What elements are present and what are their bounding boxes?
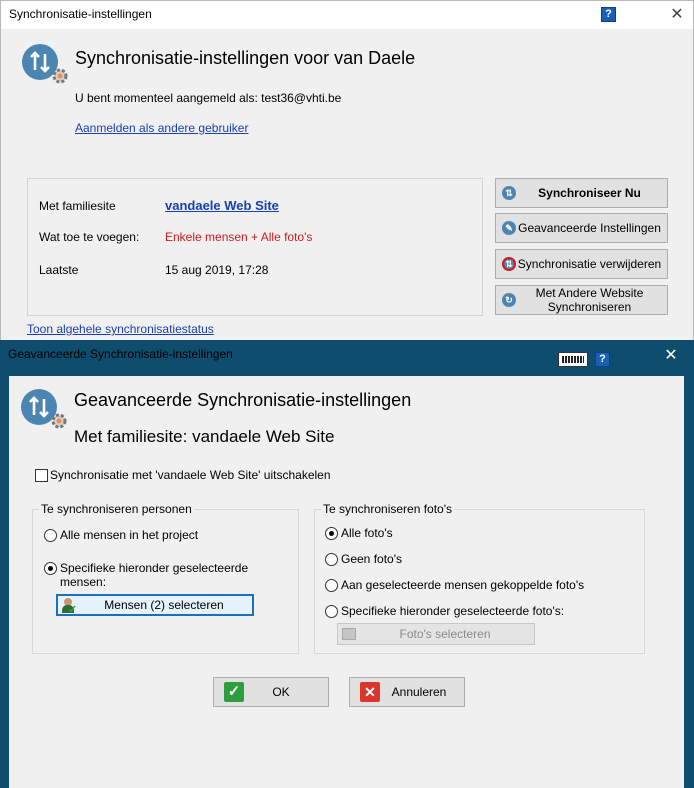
logged-in-text: U bent momenteel aangemeld als: test36@v… <box>75 91 342 105</box>
all-people-radio[interactable] <box>44 529 57 542</box>
switch-user-link[interactable]: Aanmelden als andere gebruiker <box>75 121 248 135</box>
photos-group: Te synchroniseren foto's Alle foto's Gee… <box>314 502 645 654</box>
cross-icon: ✕ <box>360 682 380 702</box>
specific-people-label: Specifieke hieronder geselecteerde mense… <box>60 561 249 589</box>
select-photos-label: Foto's selecteren <box>399 627 491 641</box>
photo-icon <box>342 628 356 640</box>
person-check-icon: ✓ <box>61 597 77 616</box>
pencil-icon: ✎ <box>502 221 516 235</box>
dialog-titlebar: Geavanceerde Synchronisatie-instellingen… <box>0 340 694 374</box>
close-icon[interactable]: ✕ <box>661 346 681 366</box>
cancel-label: Annuleren <box>391 685 447 699</box>
all-people-label: Alle mensen in het project <box>60 528 199 542</box>
remove-sync-button[interactable]: ⇅ Synchronisatie verwijderen <box>495 249 668 279</box>
specific-photos-label: Specifieke hieronder geselecteerde foto'… <box>341 604 565 618</box>
select-people-label: Mensen (2) selecteren <box>104 598 224 612</box>
window-title: Synchronisatie-instellingen <box>9 7 152 21</box>
advanced-sync-dialog: Geavanceerde Synchronisatie-instellingen… <box>0 340 694 788</box>
advanced-settings-label: Geavanceerde Instellingen <box>518 221 661 235</box>
add-label: Wat toe te voegen: <box>39 230 140 244</box>
keyboard-icon[interactable] <box>558 352 588 367</box>
add-value: Enkele mensen + Alle foto's <box>165 230 313 244</box>
site-link[interactable]: vandaele Web Site <box>165 198 279 213</box>
check-icon: ✓ <box>224 682 244 702</box>
cancel-button[interactable]: ✕ Annuleren <box>349 677 465 707</box>
disable-sync-label: Synchronisatie met 'vandaele Web Site' u… <box>50 468 331 482</box>
specific-people-radio[interactable] <box>44 562 57 575</box>
close-icon[interactable]: ✕ <box>667 5 687 25</box>
linked-photos-label: Aan geselecteerde mensen gekoppelde foto… <box>341 578 585 592</box>
site-label: Met familiesite <box>39 199 116 213</box>
last-sync-label: Laatste <box>39 263 79 277</box>
dialog-client-area: Geavanceerde Synchronisatie-instellingen… <box>9 376 684 788</box>
photos-group-legend: Te synchroniseren foto's <box>321 502 455 516</box>
all-photos-radio[interactable] <box>325 527 338 540</box>
other-site-sync-button[interactable]: ↻ Met Andere Website Synchroniseren <box>495 285 668 315</box>
last-sync-value: 15 aug 2019, 17:28 <box>165 263 269 277</box>
no-photos-radio[interactable] <box>325 553 338 566</box>
sync-now-label: Synchroniseer Nu <box>538 186 641 200</box>
refresh-icon: ↻ <box>502 293 516 307</box>
select-people-button[interactable]: ✓ Mensen (2) selecteren <box>56 594 254 616</box>
disable-sync-checkbox[interactable] <box>35 469 48 482</box>
dialog-heading: Geavanceerde Synchronisatie-instellingen <box>74 390 412 410</box>
remove-sync-label: Synchronisatie verwijderen <box>517 257 662 271</box>
sync-status-link[interactable]: Toon algehele synchronisatiestatus <box>27 322 214 336</box>
sync-icon: ⇅ <box>502 186 516 200</box>
help-icon[interactable]: ? <box>595 352 610 367</box>
page-title: Synchronisatie-instellingen voor van Dae… <box>75 48 416 68</box>
select-photos-button[interactable]: Foto's selecteren <box>337 623 535 645</box>
dialog-subheading: Met familiesite: vandaele Web Site <box>74 427 335 446</box>
advanced-settings-button[interactable]: ✎ Geavanceerde Instellingen <box>495 213 668 243</box>
persons-group: Te synchroniseren personen Alle mensen i… <box>32 502 299 654</box>
other-site-sync-label: Met Andere Website Synchroniseren <box>535 286 644 314</box>
sync-now-button[interactable]: ⇅ Synchroniseer Nu <box>495 178 668 208</box>
persons-group-legend: Te synchroniseren personen <box>39 502 194 516</box>
ok-button[interactable]: ✓ OK <box>213 677 329 707</box>
sync-settings-window: Synchronisatie-instellingen ? ✕ Synchron… <box>0 0 694 345</box>
help-icon[interactable]: ? <box>601 7 616 22</box>
sync-info-panel: Met familiesite vandaele Web Site Wat to… <box>27 178 483 316</box>
remove-sync-icon: ⇅ <box>502 257 516 271</box>
window-titlebar: Synchronisatie-instellingen ? ✕ <box>1 1 693 29</box>
sync-settings-icon <box>21 389 67 429</box>
dialog-title: Geavanceerde Synchronisatie-instellingen <box>8 347 233 361</box>
linked-photos-radio[interactable] <box>325 579 338 592</box>
all-photos-label: Alle foto's <box>341 526 393 540</box>
no-photos-label: Geen foto's <box>341 552 402 566</box>
sync-settings-icon <box>22 44 68 84</box>
specific-photos-radio[interactable] <box>325 605 338 618</box>
ok-label: OK <box>272 685 290 699</box>
